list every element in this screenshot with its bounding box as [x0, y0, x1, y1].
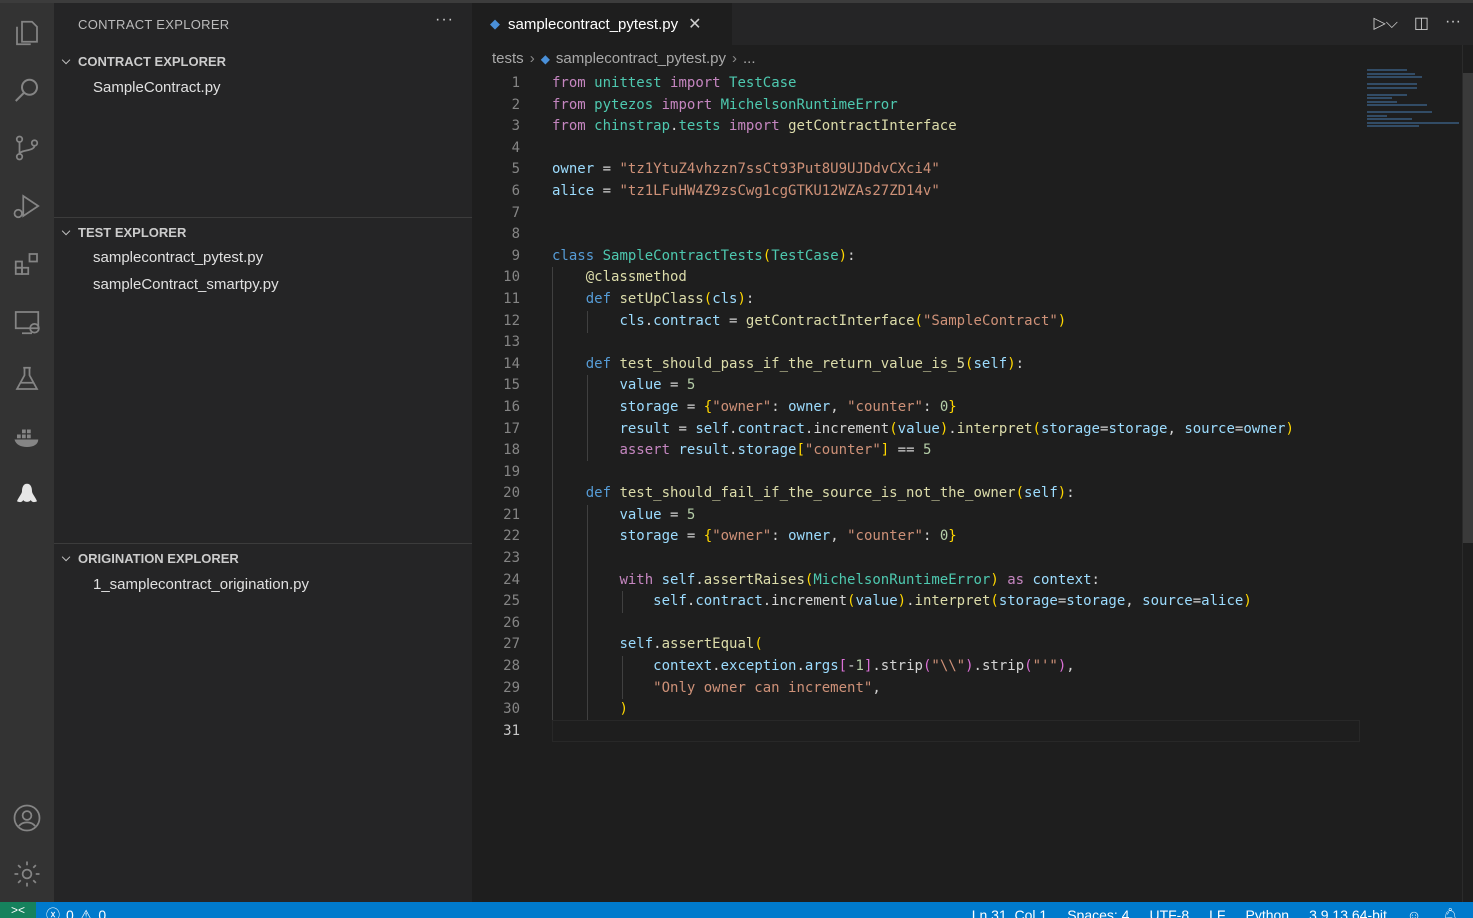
chevron-down-icon: ⌵: [61, 551, 71, 564]
code-line: 21 value = 5: [503, 506, 696, 523]
python-file-icon: ◆: [490, 16, 500, 31]
chevron-down-icon: ⌵: [61, 225, 71, 238]
chevron-right-icon: ›: [732, 50, 738, 67]
code-line: 23: [503, 550, 520, 567]
code-line: 30 ): [503, 701, 628, 718]
search-icon[interactable]: [0, 71, 54, 111]
code-line: 19: [503, 463, 520, 480]
chevron-right-icon: ›: [529, 50, 535, 67]
code-line: 3 from chinstrap.tests import getContract…: [511, 118, 957, 135]
code-line: 1 from unittest import TestCase: [511, 75, 797, 91]
chinstrap-icon[interactable]: [0, 475, 54, 515]
code-line: 24 with self.assertRaises(MichelsonRunti…: [503, 571, 1100, 588]
error-icon: ⓧ: [46, 907, 60, 918]
account-icon[interactable]: [0, 798, 54, 838]
activity-bar: [0, 0, 54, 902]
section-title: CONTRACT EXPLORER: [78, 53, 227, 69]
code-line: 31: [503, 722, 520, 739]
explorer-icon[interactable]: [0, 13, 54, 53]
breadcrumb-symbol[interactable]: ...: [743, 50, 756, 67]
code-line: 15 value = 5: [503, 377, 696, 394]
close-icon[interactable]: ✕: [688, 14, 701, 34]
code-line: 25 self.contract.increment(value).interp…: [503, 593, 1252, 610]
tab-samplecontract-pytest[interactable]: ◆ samplecontract_pytest.py ✕: [472, 3, 732, 45]
code-line: 11 def setUpClass(cls):: [503, 290, 755, 307]
tree-item-smartpy[interactable]: sampleContract_smartpy.py: [93, 276, 279, 293]
section-divider: [54, 543, 472, 544]
indentation[interactable]: Spaces: 4: [1067, 902, 1129, 918]
code-line: 7: [511, 204, 520, 221]
code-line: 6 alice = "tz1LFuHW4Z9zsCwg1cgGTKU12WZAs2…: [511, 182, 940, 199]
sidebar: CONTRACT EXPLORER ··· ⌵ CONTRACT EXPLORE…: [54, 0, 472, 902]
status-right: Ln 31, Col 1 Spaces: 4 UTF-8 LF Python 3…: [972, 902, 1459, 918]
breadcrumb-file[interactable]: samplecontract_pytest.py: [556, 50, 726, 67]
section-title: ORIGINATION EXPLORER: [78, 550, 239, 566]
more-actions-icon[interactable]: ···: [435, 11, 454, 29]
editor-actions: ▷⌵ ◫ ···: [1373, 13, 1461, 33]
tree-item-origination[interactable]: 1_samplecontract_origination.py: [93, 576, 309, 593]
notifications-bell-icon[interactable]: 🔔︎: [1441, 902, 1459, 918]
editor: ◆ samplecontract_pytest.py ✕ ▷⌵ ◫ ··· te…: [472, 0, 1473, 905]
chevron-down-icon: ⌵: [61, 54, 71, 67]
status-bar: >< ⓧ 0 ⚠ 0 Ln 31, Col 1 Spaces: 4 UTF-8 …: [0, 902, 1473, 918]
section-contract-explorer[interactable]: ⌵ CONTRACT EXPLORER: [54, 49, 472, 73]
tree-item-pytest[interactable]: samplecontract_pytest.py: [93, 249, 263, 266]
code-line: 17 result = self.contract.increment(valu…: [503, 420, 1294, 437]
end-of-line[interactable]: LF: [1209, 902, 1225, 918]
run-debug-icon[interactable]: [0, 186, 54, 226]
minimap[interactable]: [1367, 69, 1462, 139]
warning-icon: ⚠: [79, 907, 93, 918]
feedback-icon[interactable]: ☺: [1407, 902, 1421, 918]
code-area[interactable]: 1 from unittest import TestCase 2 from pyt…: [472, 73, 1362, 742]
split-editor-icon[interactable]: ◫: [1414, 13, 1429, 33]
code-line: 29 "Only owner can increment",: [503, 679, 881, 696]
code-line: 22 storage = {"owner": owner, "counter":…: [503, 528, 957, 545]
warning-count: 0: [98, 907, 107, 918]
code-line: 14 def test_should_pass_if_the_return_va…: [503, 355, 1025, 372]
code-line: 12 cls.contract = getContractInterface("…: [503, 312, 1067, 329]
remote-explorer-icon[interactable]: [0, 302, 54, 342]
docker-icon[interactable]: [0, 417, 54, 457]
code-line: 5 owner = "tz1YtuZ4vhzzn7ssCt93Put8U9UJDd…: [511, 161, 940, 178]
code-line: 20 def test_should_fail_if_the_source_is…: [503, 485, 1075, 502]
run-icon[interactable]: ▷⌵: [1373, 13, 1397, 33]
error-count: 0: [66, 907, 74, 918]
tab-bar: ◆ samplecontract_pytest.py ✕ ▷⌵ ◫ ···: [472, 3, 1473, 45]
tab-label: samplecontract_pytest.py: [508, 15, 679, 33]
encoding[interactable]: UTF-8: [1149, 902, 1189, 918]
code-line: 27 self.assertEqual(: [503, 636, 763, 653]
source-control-icon[interactable]: [0, 128, 54, 168]
python-file-icon: ◆: [540, 51, 550, 66]
code-line: 26: [503, 614, 520, 631]
code-line: 10 @classmethod: [503, 269, 687, 286]
code-line: 2 from pytezos import MichelsonRuntimeErr…: [511, 96, 898, 113]
sidebar-title: CONTRACT EXPLORER: [78, 17, 230, 32]
settings-gear-icon[interactable]: [0, 854, 54, 894]
more-actions-icon[interactable]: ···: [1445, 13, 1461, 33]
section-test-explorer[interactable]: ⌵ TEST EXPLORER: [54, 220, 472, 244]
code-line: 8: [511, 226, 520, 243]
code-line: 16 storage = {"owner": owner, "counter":…: [503, 398, 957, 415]
code-line: 9 class SampleContractTests(TestCase):: [511, 247, 856, 264]
code-line: 13: [503, 334, 520, 351]
problems-indicator[interactable]: ⓧ 0 ⚠ 0: [46, 902, 106, 918]
extensions-icon[interactable]: [0, 244, 54, 284]
section-title: TEST EXPLORER: [78, 224, 187, 240]
tree-item-samplecontract[interactable]: SampleContract.py: [93, 79, 221, 96]
testing-icon[interactable]: [0, 359, 54, 399]
code-line: 18 assert result.storage["counter"] == 5: [503, 442, 932, 459]
section-origination-explorer[interactable]: ⌵ ORIGINATION EXPLORER: [54, 546, 472, 570]
breadcrumb-folder[interactable]: tests: [492, 50, 524, 67]
python-interpreter[interactable]: 3.9.13 64-bit: [1309, 902, 1387, 918]
breadcrumb: tests › ◆ samplecontract_pytest.py › ...: [492, 50, 756, 67]
vertical-scrollbar[interactable]: [1463, 73, 1473, 543]
remote-indicator[interactable]: ><: [0, 902, 36, 918]
cursor-position[interactable]: Ln 31, Col 1: [972, 902, 1048, 918]
code-line: 28 context.exception.args[-1].strip("\\"…: [503, 658, 1075, 675]
code-line: 4: [511, 139, 520, 156]
section-divider: [54, 217, 472, 218]
language-mode[interactable]: Python: [1245, 902, 1289, 918]
